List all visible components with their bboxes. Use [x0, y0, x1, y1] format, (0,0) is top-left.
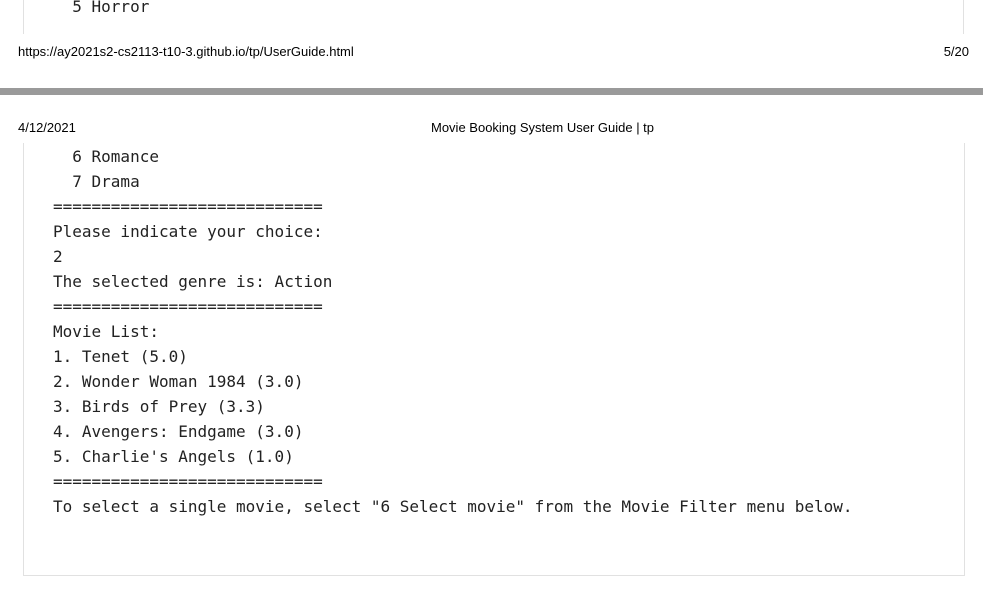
page-separator	[0, 88, 983, 95]
page-footer-number: 5/20	[943, 44, 969, 59]
code-line: 2. Wonder Woman 1984 (3.0)	[53, 372, 304, 391]
code-line: ============================	[53, 197, 323, 216]
code-line: To select a single movie, select "6 Sele…	[53, 497, 853, 516]
previous-page-bottom: 5 Horror https://ay2021s2-cs2113-t10-3.g…	[0, 0, 983, 88]
page-footer-url: https://ay2021s2-cs2113-t10-3.github.io/…	[18, 44, 354, 59]
code-line: 5. Charlie's Angels (1.0)	[53, 447, 294, 466]
page-header-date: 4/12/2021	[18, 120, 76, 135]
code-line: 4. Avengers: Endgame (3.0)	[53, 422, 304, 441]
code-line: ============================	[53, 297, 323, 316]
code-line: Please indicate your choice:	[53, 222, 323, 241]
code-line: 3. Birds of Prey (3.3)	[53, 397, 265, 416]
page-header-title: Movie Booking System User Guide | tp	[431, 120, 655, 135]
code-block-fragment: 5 Horror	[23, 0, 964, 34]
code-line: Movie List:	[53, 322, 159, 341]
code-line: 1. Tenet (5.0)	[53, 347, 188, 366]
code-line: 6 Romance	[53, 147, 159, 166]
code-line: 7 Drama	[53, 172, 140, 191]
code-block: 6 Romance 7 Drama ======================…	[23, 143, 965, 576]
code-line: 2	[53, 247, 63, 266]
code-line: The selected genre is: Action	[53, 272, 333, 291]
code-line: 5 Horror	[53, 0, 150, 16]
code-line: ============================	[53, 472, 323, 491]
